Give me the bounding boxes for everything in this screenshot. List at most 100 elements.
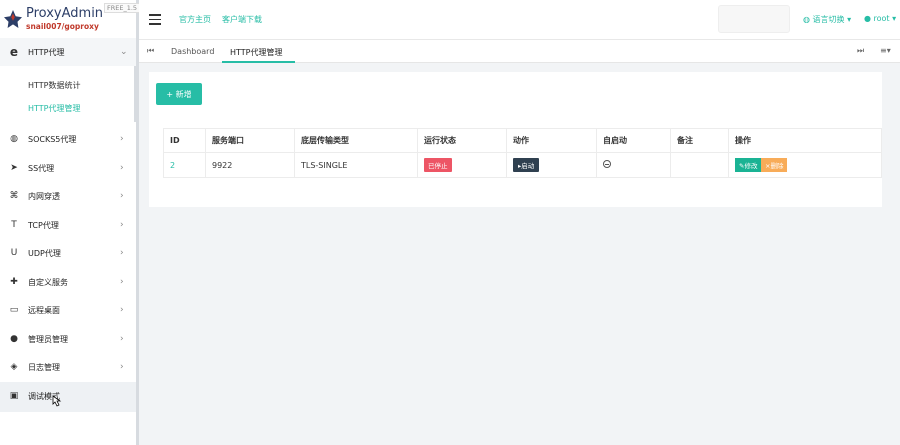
user-icon: ● <box>864 14 871 23</box>
chevron-right-icon: › <box>120 248 124 258</box>
sidebar-item-label: HTTP代理 <box>28 47 65 57</box>
brand-name: ProxyAdmin <box>26 6 104 21</box>
row-autostart-cell <box>596 152 671 178</box>
sidebar: ProxyAdmin snail007/goproxy FREE_1.5 e H… <box>0 0 141 445</box>
sidebar-item-debug[interactable]: ▣ 调试模式 <box>0 382 136 410</box>
column-header: 备注 <box>670 128 729 153</box>
sidebar-item-remote-desktop[interactable]: ▭ 远程桌面 › <box>0 296 136 324</box>
sidebar-item-ss[interactable]: ➤ SS代理 › <box>0 154 136 182</box>
version-badge: FREE_1.5 <box>104 3 141 13</box>
column-header: 操作 <box>728 128 882 153</box>
row-port: 9922 <box>205 152 295 178</box>
watermark <box>718 5 790 33</box>
tab-http-proxy-manage[interactable]: HTTP代理管理 <box>230 47 282 58</box>
desktop-icon: ▭ <box>9 305 19 315</box>
sidebar-item-http-proxy[interactable]: e HTTP代理 ⌄ <box>0 38 136 66</box>
sidebar-item-label: 日志管理 <box>28 362 60 372</box>
u-icon: U <box>10 248 18 258</box>
debug-icon: ▣ <box>9 391 19 401</box>
chevron-right-icon: › <box>120 191 124 201</box>
column-header: 动作 <box>506 128 597 153</box>
t-icon: T <box>11 220 17 230</box>
user-menu[interactable]: ● root ▾ <box>864 14 896 23</box>
tab-dashboard[interactable]: Dashboard <box>171 47 214 56</box>
sidebar-item-label: 管理员管理 <box>28 334 68 344</box>
table-header-row: ID 服务端口 底层传输类型 运行状态 动作 自启动 备注 操作 <box>163 128 882 153</box>
sidebar-item-label: 远程桌面 <box>28 305 60 315</box>
chevron-right-icon: › <box>120 362 124 372</box>
tab-options-icon[interactable]: ≡▾ <box>880 46 891 55</box>
sidebar-item-label: 调试模式 <box>28 391 60 401</box>
chevron-right-icon: › <box>120 277 124 287</box>
content-panel: + 新增 ID 服务端口 底层传输类型 运行状态 动作 自启动 备注 操作 2 … <box>149 72 882 207</box>
column-header: ID <box>163 128 206 153</box>
row-status-cell: 已停止 <box>417 152 507 178</box>
delete-label: 删除 <box>770 162 784 170</box>
sidebar-item-label: UDP代理 <box>28 248 61 258</box>
start-label: 启动 <box>521 162 535 170</box>
row-remark <box>670 152 729 178</box>
sidebar-item-logs[interactable]: ◈ 日志管理 › <box>0 353 136 381</box>
column-header: 运行状态 <box>417 128 507 153</box>
sidebar-item-tcp[interactable]: T TCP代理 › <box>0 211 136 239</box>
top-header: 官方主页 客户端下载 ◍ 语言切换 ▾ ● root ▾ <box>139 0 900 40</box>
hamburger-menu-icon[interactable] <box>149 14 161 25</box>
send-icon: ➤ <box>10 163 18 173</box>
sidebar-subitem-http-proxy-manage[interactable]: HTTP代理管理 <box>28 103 80 114</box>
mouse-cursor-icon <box>52 395 62 407</box>
official-home-link[interactable]: 官方主页 <box>179 14 211 25</box>
delete-button[interactable]: ×删除 <box>761 158 788 172</box>
column-header: 底层传输类型 <box>294 128 418 153</box>
edit-label: 修改 <box>744 162 758 170</box>
sidebar-item-label: SS代理 <box>28 163 55 173</box>
chevron-right-icon: › <box>120 305 124 315</box>
globe-icon: ◍ <box>803 15 810 24</box>
chevron-right-icon: › <box>120 220 124 230</box>
language-switch[interactable]: ◍ 语言切换 ▾ <box>803 14 851 25</box>
language-label: 语言切换 <box>812 15 845 24</box>
autostart-off-icon[interactable] <box>603 160 611 168</box>
e-icon: e <box>9 45 19 59</box>
log-icon: ◈ <box>10 362 18 372</box>
sidebar-item-label: SOCKS5代理 <box>28 134 77 144</box>
user-icon: ● <box>10 334 18 344</box>
add-button[interactable]: + 新增 <box>156 83 202 105</box>
caret-down-icon: ▾ <box>847 15 852 24</box>
tab-bar: ⏮ Dashboard HTTP代理管理 ⏭ ≡▾ <box>139 41 900 63</box>
tab-scroll-right-icon[interactable]: ⏭ <box>857 46 864 56</box>
tab-scroll-left-icon[interactable]: ⏮ <box>147 46 154 56</box>
sidebar-item-udp[interactable]: U UDP代理 › <box>0 239 136 267</box>
row-action-cell: ▸启动 <box>506 152 597 178</box>
chevron-right-icon: › <box>120 134 124 144</box>
edit-button[interactable]: ✎修改 <box>735 158 762 172</box>
column-header: 服务端口 <box>205 128 295 153</box>
brand: ProxyAdmin snail007/goproxy FREE_1.5 <box>0 0 141 40</box>
sidebar-item-label: 内网穿透 <box>28 191 60 201</box>
status-badge: 已停止 <box>424 158 452 172</box>
brand-subtitle: snail007/goproxy <box>26 22 99 31</box>
sidebar-item-socks5[interactable]: ◍ SOCKS5代理 › <box>0 125 136 153</box>
table-row: 2 9922 TLS-SINGLE 已停止 ▸启动 ✎修改 ×删除 <box>163 152 882 178</box>
start-button[interactable]: ▸启动 <box>513 158 540 172</box>
puzzle-icon: ✚ <box>10 277 18 287</box>
sidebar-subitem-http-stats[interactable]: HTTP数据统计 <box>28 80 80 91</box>
chevron-down-icon: ⌄ <box>120 47 128 57</box>
star-logo-icon <box>4 10 22 28</box>
client-download-link[interactable]: 客户端下载 <box>222 14 262 25</box>
main-content: + 新增 ID 服务端口 底层传输类型 运行状态 动作 自启动 备注 操作 2 … <box>139 63 900 445</box>
chevron-right-icon: › <box>120 163 124 173</box>
user-label: root <box>873 14 890 23</box>
row-operations-cell: ✎修改 ×删除 <box>728 152 882 178</box>
network-icon: ⌘ <box>9 191 19 201</box>
sidebar-item-intranet[interactable]: ⌘ 内网穿透 › <box>0 182 136 210</box>
sidebar-item-label: TCP代理 <box>28 220 59 230</box>
row-id-link[interactable]: 2 <box>163 152 206 178</box>
row-transport: TLS-SINGLE <box>294 152 418 178</box>
sidebar-item-label: 自定义服务 <box>28 277 68 287</box>
proxy-table: ID 服务端口 底层传输类型 运行状态 动作 自启动 备注 操作 2 9922 … <box>163 128 882 178</box>
sidebar-item-custom-service[interactable]: ✚ 自定义服务 › <box>0 268 136 296</box>
globe-icon: ◍ <box>10 134 18 144</box>
chevron-right-icon: › <box>120 334 124 344</box>
caret-down-icon: ▾ <box>892 14 897 23</box>
sidebar-item-admin[interactable]: ● 管理员管理 › <box>0 325 136 353</box>
